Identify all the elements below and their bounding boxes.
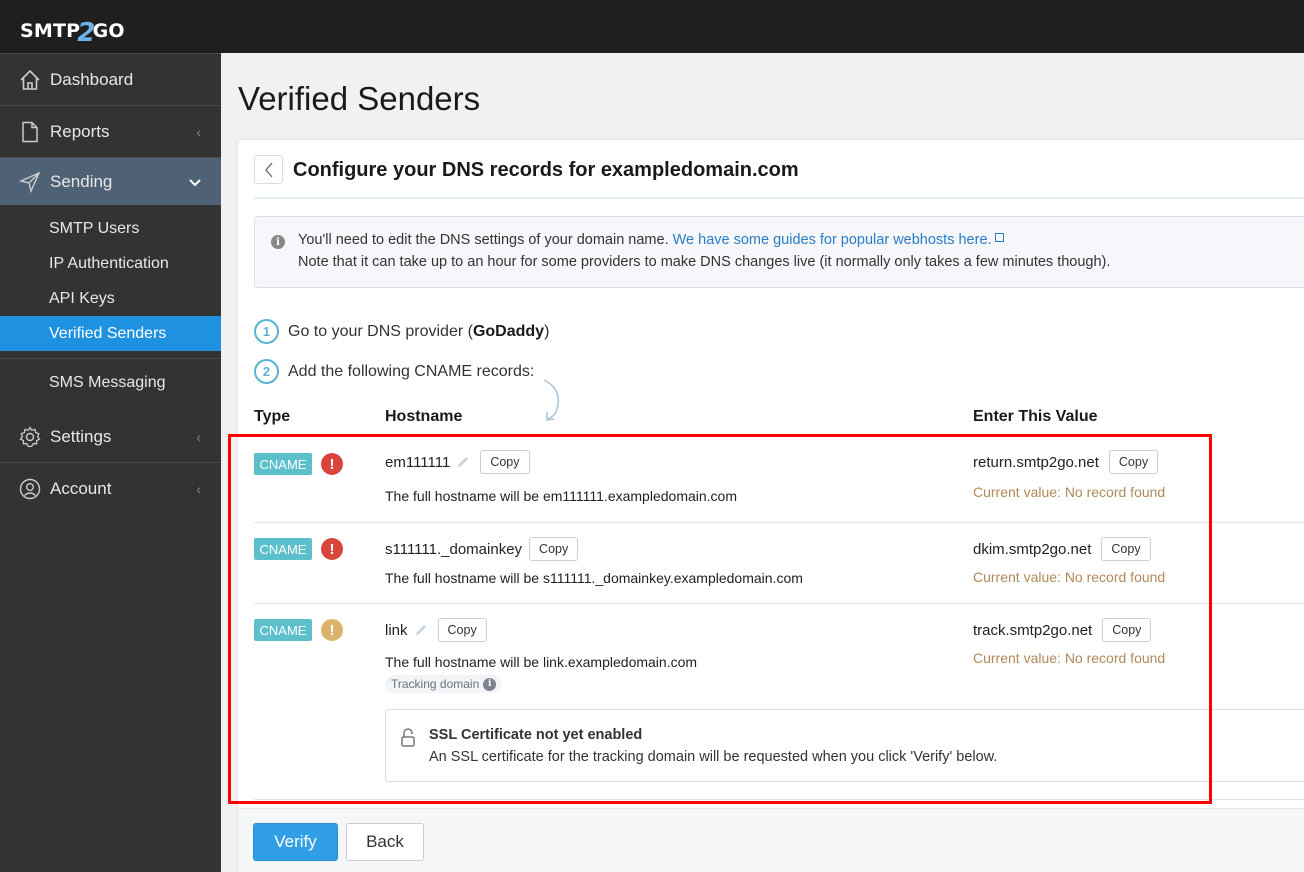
step-2: 2 Add the following CNAME records:: [254, 359, 534, 384]
full-hostname-text: The full hostname will be s111111._domai…: [385, 570, 803, 586]
home-icon: [18, 68, 42, 92]
warning-status-icon: !: [321, 619, 343, 641]
external-link-icon: [994, 233, 1004, 242]
step-number: 1: [254, 319, 279, 344]
hostname-cell: link Copy: [385, 618, 487, 642]
record-value: return.smtp2go.net: [973, 453, 1099, 471]
sidebar-item-sending[interactable]: Sending: [0, 158, 221, 205]
pencil-edit-icon[interactable]: [414, 623, 428, 637]
back-arrow-button[interactable]: [254, 155, 283, 184]
record-type-badge: CNAME: [254, 453, 312, 475]
hostname-value: link: [385, 621, 408, 639]
sidebar-item-label: Settings: [50, 426, 112, 446]
sidebar-item-reports[interactable]: Reports ‹: [0, 106, 221, 158]
info-text-line1: You'll need to edit the DNS settings of …: [298, 232, 1004, 248]
sending-submenu: SMTP Users IP Authentication API Keys Ve…: [0, 205, 221, 401]
error-status-icon: !: [321, 453, 343, 475]
user-circle-icon: [18, 477, 42, 501]
webhost-guides-link[interactable]: We have some guides for popular webhosts…: [673, 232, 992, 248]
copy-hostname-button[interactable]: Copy: [529, 537, 579, 561]
step-1: 1 Go to your DNS provider (GoDaddy): [254, 319, 549, 344]
hostname-cell: s111111._domainkey Copy: [385, 537, 579, 561]
record-type-badge: CNAME: [254, 619, 312, 641]
current-value-text: Current value: No record found: [973, 569, 1166, 585]
record-value: dkim.smtp2go.net: [973, 540, 1092, 558]
card-title: Configure your DNS records for exampledo…: [293, 159, 799, 181]
sidebar-subitem-sms-messaging[interactable]: SMS Messaging: [0, 365, 221, 401]
step-number: 2: [254, 359, 279, 384]
error-status-icon: !: [321, 538, 343, 560]
dns-config-card: Configure your DNS records for exampledo…: [238, 140, 1304, 872]
full-hostname-text: The full hostname will be link.exampledo…: [385, 654, 698, 670]
sidebar-item-label: Account: [50, 479, 112, 498]
dns-record-row: CNAME ! em111111 Copy The full hostname …: [254, 436, 1304, 523]
column-header-type: Type: [254, 408, 291, 425]
sidebar: Dashboard Reports ‹ Sending SMTP Users I…: [0, 53, 221, 872]
hostname-value: s111111._domainkey: [385, 540, 523, 558]
ssl-description: An SSL certificate for the tracking doma…: [429, 749, 998, 765]
chevron-left-icon: ‹: [196, 428, 201, 445]
sidebar-item-label: Dashboard: [50, 69, 134, 89]
sidebar-item-settings[interactable]: Settings ‹: [0, 411, 221, 463]
curved-arrow-icon: [543, 379, 559, 421]
card-footer: Verify Back: [238, 808, 1304, 872]
ssl-title: SSL Certificate not yet enabled: [429, 727, 643, 743]
sidebar-item-account[interactable]: Account ‹: [0, 463, 221, 515]
value-cell: return.smtp2go.net Copy: [973, 450, 1159, 474]
unlocked-padlock-icon: [401, 728, 415, 747]
pencil-edit-icon[interactable]: [456, 455, 470, 469]
column-header-hostname: Hostname: [385, 408, 463, 425]
sidebar-item-label: Reports: [50, 121, 110, 141]
copy-hostname-button[interactable]: Copy: [480, 450, 530, 474]
file-icon: [18, 120, 42, 144]
page-title: Verified Senders: [238, 80, 481, 117]
copy-value-button[interactable]: Copy: [1102, 618, 1152, 642]
column-header-value: Enter This Value: [973, 408, 1098, 425]
sidebar-item-label: Sending: [50, 171, 113, 191]
info-text-line2: Note that it can take up to an hour for …: [298, 254, 1111, 270]
info-alert: i You'll need to edit the DNS settings o…: [254, 216, 1304, 288]
sidebar-subitem-ip-authentication[interactable]: IP Authentication: [0, 246, 221, 281]
tracking-domain-tag: Tracking domain i: [385, 675, 503, 693]
dns-record-row: CNAME ! s111111._domainkey Copy The full…: [254, 523, 1304, 604]
record-type-badge: CNAME: [254, 538, 312, 560]
ssl-notice: SSL Certificate not yet enabled An SSL c…: [385, 709, 1304, 782]
smtp2go-logo[interactable]: SMTP2GO: [20, 14, 125, 48]
divider: [0, 358, 221, 359]
hostname-value: em111111: [385, 453, 451, 471]
hostname-cell: em111111 Copy: [385, 450, 530, 474]
verify-button[interactable]: Verify: [253, 823, 338, 861]
info-icon: i: [271, 235, 285, 249]
current-value-text: Current value: No record found: [973, 650, 1166, 666]
sidebar-subitem-smtp-users[interactable]: SMTP Users: [0, 211, 221, 246]
chevron-left-icon: ‹: [196, 481, 201, 497]
top-bar: SMTP2GO: [0, 0, 1304, 53]
full-hostname-text: The full hostname will be em111111.examp…: [385, 488, 737, 504]
sidebar-subitem-api-keys[interactable]: API Keys: [0, 281, 221, 316]
info-icon[interactable]: i: [483, 677, 497, 691]
sidebar-item-dashboard[interactable]: Dashboard: [0, 54, 221, 106]
copy-value-button[interactable]: Copy: [1101, 537, 1151, 561]
record-value: track.smtp2go.net: [973, 621, 1093, 639]
sidebar-subitem-verified-senders[interactable]: Verified Senders: [0, 316, 221, 351]
card-header: Configure your DNS records for exampledo…: [254, 155, 1304, 199]
value-cell: dkim.smtp2go.net Copy: [973, 537, 1151, 561]
chevron-left-icon: [264, 162, 272, 177]
copy-value-button[interactable]: Copy: [1108, 450, 1159, 474]
paper-plane-icon: [18, 170, 42, 194]
gear-icon: [18, 425, 42, 449]
back-button[interactable]: Back: [346, 823, 424, 861]
value-cell: track.smtp2go.net Copy: [973, 618, 1152, 642]
current-value-text: Current value: No record found: [973, 484, 1166, 500]
chevron-left-icon: ‹: [196, 123, 201, 140]
copy-hostname-button[interactable]: Copy: [437, 618, 487, 642]
chevron-down-icon: [189, 174, 201, 190]
